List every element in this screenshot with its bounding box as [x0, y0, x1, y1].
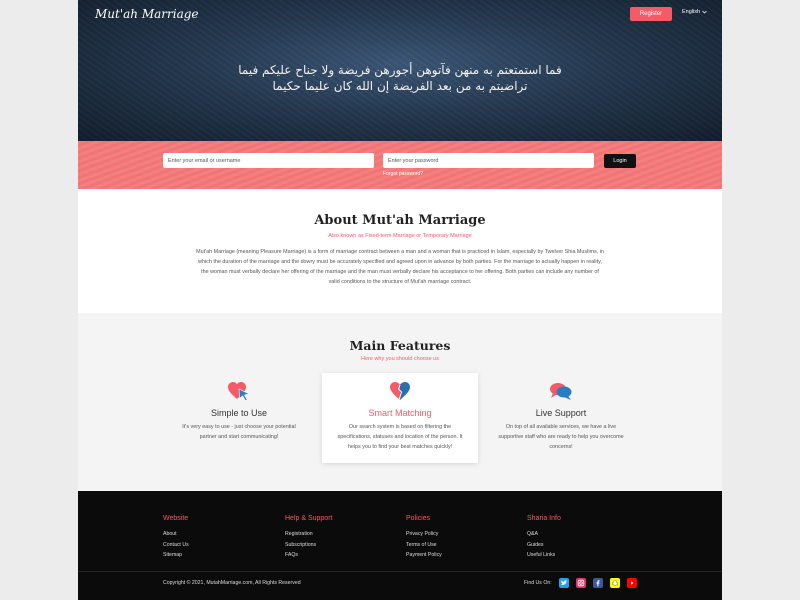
snapchat-icon[interactable]	[610, 578, 620, 588]
verse-line-1: فما استمتعتم به منهن فآتوهن أجورهن فريضة…	[238, 63, 562, 77]
login-button[interactable]: Login	[604, 154, 636, 168]
feature-desc: It's very easy to use - just choose your…	[182, 424, 296, 440]
login-bar: Login Forgot password?	[78, 141, 722, 189]
footer-link-about[interactable]: About	[163, 529, 273, 540]
feature-card-simple: Simple to Use It's very easy to use - ju…	[161, 373, 317, 463]
twitter-icon[interactable]	[559, 578, 569, 588]
footer: Website About Contact Us Sitemap Help & …	[78, 491, 722, 600]
feature-desc: On top of all available services, we hav…	[498, 424, 624, 450]
chevron-down-icon	[702, 10, 707, 14]
footer-link-guides[interactable]: Guides	[527, 540, 637, 551]
youtube-icon[interactable]	[627, 578, 637, 588]
footer-link-registration[interactable]: Registration	[285, 529, 395, 540]
footer-link-sitemap[interactable]: Sitemap	[163, 550, 273, 561]
language-label: English	[682, 9, 701, 15]
about-section: About Mut'ah Marriage Also known as Fixe…	[78, 189, 722, 313]
heart-cursor-icon	[228, 382, 250, 401]
page: Mut'ah Marriage Register English فما است…	[78, 0, 722, 600]
copyright-text: Copyright © 2021, MutahMarriage.com, All…	[163, 580, 301, 586]
about-body: Mut'ah Marriage (meaning Pleasure Marria…	[196, 249, 604, 285]
password-input[interactable]	[383, 153, 594, 168]
language-selector[interactable]: English	[682, 9, 707, 15]
hero-banner: Mut'ah Marriage Register English فما است…	[78, 0, 722, 141]
footer-link-privacy[interactable]: Privacy Policy	[406, 529, 516, 540]
email-input[interactable]	[163, 153, 374, 168]
site-logo[interactable]: Mut'ah Marriage	[95, 7, 199, 21]
feature-desc: Our search system is based on filtering …	[337, 424, 463, 450]
feature-name: Smart Matching	[368, 408, 432, 418]
quran-verse: فما استمتعتم به منهن فآتوهن أجورهن فريضة…	[178, 62, 622, 94]
instagram-icon[interactable]	[576, 578, 586, 588]
split-heart-icon	[390, 382, 410, 401]
footer-link-subscriptions[interactable]: Subscriptions	[285, 540, 395, 551]
footer-link-useful[interactable]: Useful Links	[527, 550, 637, 561]
find-us-label: Find Us On:	[524, 580, 552, 586]
about-title: About Mut'ah Marriage	[314, 213, 486, 228]
features-section: Main Features Here why you should choose…	[78, 313, 722, 491]
footer-link-faqs[interactable]: FAQs	[285, 550, 395, 561]
footer-heading: Policies	[406, 515, 431, 522]
verse-line-2: تراضيتم به من بعد الفريضة إن الله كان عل…	[272, 79, 528, 93]
about-subtitle: Also known as Fixed-term Marriage or Tem…	[328, 233, 472, 239]
footer-heading: Help & Support	[285, 515, 333, 522]
footer-divider	[78, 571, 722, 572]
register-button[interactable]: Register	[630, 7, 672, 21]
footer-link-qa[interactable]: Q&A	[527, 529, 637, 540]
features-title: Main Features	[349, 338, 451, 353]
chat-bubbles-icon	[550, 383, 572, 400]
footer-link-contact[interactable]: Contact Us	[163, 540, 273, 551]
facebook-icon[interactable]	[593, 578, 603, 588]
forgot-password-link[interactable]: Forgot password?	[383, 171, 423, 177]
footer-column-help: Help & Support Registration Subscription…	[285, 515, 395, 561]
feature-card-smart-matching: Smart Matching Our search system is base…	[322, 373, 478, 463]
footer-heading: Sharia Info	[527, 515, 561, 522]
footer-column-policies: Policies Privacy Policy Terms of Use Pay…	[406, 515, 516, 561]
footer-column-website: Website About Contact Us Sitemap	[163, 515, 273, 561]
footer-heading: Website	[163, 515, 189, 522]
footer-column-sharia: Sharia Info Q&A Guides Useful Links	[527, 515, 637, 561]
features-subtitle: Here why you should choose us	[361, 356, 439, 362]
feature-card-live-support: Live Support On top of all available ser…	[483, 373, 639, 463]
feature-name: Simple to Use	[210, 408, 268, 418]
feature-name: Live Support	[535, 408, 587, 418]
footer-link-terms[interactable]: Terms of Use	[406, 540, 516, 551]
footer-link-payment[interactable]: Payment Policy	[406, 550, 516, 561]
